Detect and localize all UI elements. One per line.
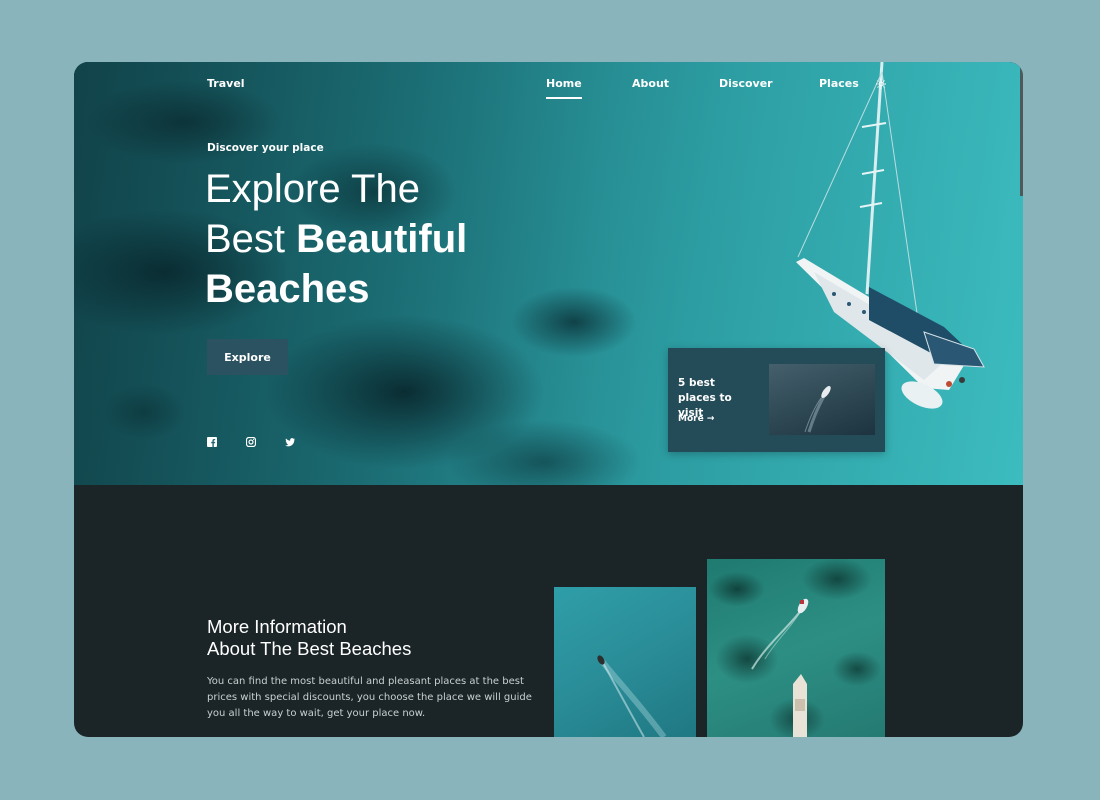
speedboat-wake-image (597, 655, 667, 737)
explore-button[interactable]: Explore (207, 339, 288, 375)
nav-link-home[interactable]: Home (546, 77, 582, 99)
brand-logo[interactable]: Travel (207, 77, 245, 90)
card-thumbnail (769, 364, 875, 435)
places-card[interactable]: 5 best places to visit More → (668, 348, 885, 452)
twitter-icon[interactable] (285, 437, 295, 447)
card-more-link[interactable]: More → (678, 414, 714, 424)
hero-section: Travel Home About Discover Places Discov… (74, 62, 1023, 485)
hero-kicker: Discover your place (207, 142, 324, 154)
card-more-label: More (678, 414, 704, 424)
info-title-line1: More Information (207, 616, 347, 637)
headline-line3-bold: Beaches (205, 267, 370, 311)
beach-photo-1 (554, 587, 696, 737)
speedboat-image (804, 386, 831, 433)
sun-icon[interactable] (876, 79, 886, 89)
nav-link-discover[interactable]: Discover (719, 77, 773, 90)
headline-line2-light: Best (205, 217, 286, 261)
hero-headline: Explore The Best Beautiful Beaches (205, 164, 585, 314)
headline-line2-bold: Beautiful (296, 217, 468, 261)
info-description: You can find the most beautiful and plea… (207, 676, 532, 719)
nav-link-about[interactable]: About (632, 77, 669, 90)
instagram-icon[interactable] (246, 437, 256, 447)
info-title-line2: About The Best Beaches (207, 638, 412, 659)
facebook-icon[interactable] (207, 437, 217, 447)
headline-line1: Explore The (205, 167, 420, 211)
boats-aerial-image (751, 598, 809, 737)
nav-link-places[interactable]: Places (819, 77, 859, 90)
landing-page: Travel Home About Discover Places Discov… (74, 62, 1023, 737)
arrow-right-icon: → (706, 414, 715, 424)
beach-photo-2 (707, 559, 885, 737)
scrollbar-thumb[interactable] (1020, 62, 1023, 196)
info-title: More Information About The Best Beaches (207, 616, 507, 660)
